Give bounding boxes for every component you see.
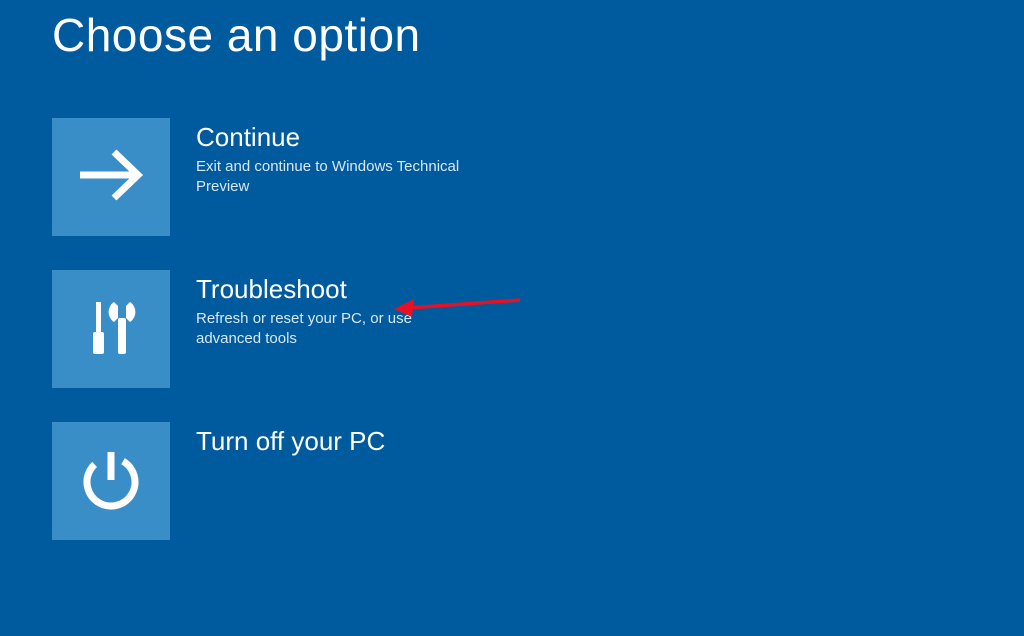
option-troubleshoot-text: Troubleshoot Refresh or reset your PC, o… <box>170 270 476 348</box>
option-turn-off[interactable]: Turn off your PC <box>52 422 1024 540</box>
option-troubleshoot-icon-box <box>52 270 170 388</box>
page-title: Choose an option <box>0 0 1024 62</box>
option-continue-title: Continue <box>196 122 476 153</box>
option-troubleshoot-description: Refresh or reset your PC, or use advance… <box>196 309 476 348</box>
option-continue-icon-box <box>52 118 170 236</box>
option-troubleshoot[interactable]: Troubleshoot Refresh or reset your PC, o… <box>52 270 1024 388</box>
option-turn-off-title: Turn off your PC <box>196 426 385 457</box>
option-continue-description: Exit and continue to Windows Technical P… <box>196 157 476 196</box>
power-icon <box>74 442 148 521</box>
option-continue[interactable]: Continue Exit and continue to Windows Te… <box>52 118 1024 236</box>
option-turn-off-text: Turn off your PC <box>170 422 385 461</box>
option-turn-off-icon-box <box>52 422 170 540</box>
tools-icon <box>74 290 148 369</box>
option-troubleshoot-title: Troubleshoot <box>196 274 476 305</box>
arrow-right-icon <box>74 138 148 217</box>
option-continue-text: Continue Exit and continue to Windows Te… <box>170 118 476 196</box>
options-list: Continue Exit and continue to Windows Te… <box>0 62 1024 540</box>
